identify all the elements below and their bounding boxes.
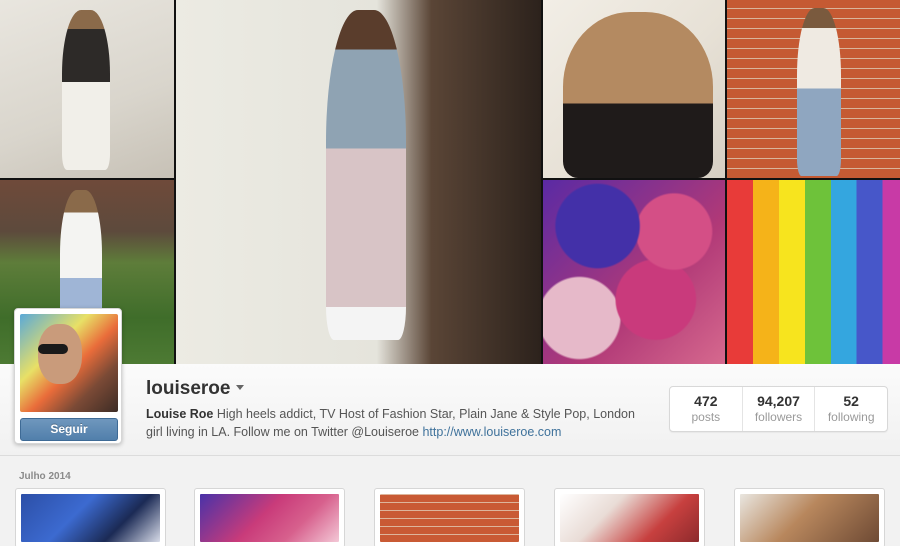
- stat-following[interactable]: 52 following: [815, 387, 887, 431]
- username-dropdown-icon[interactable]: [236, 385, 244, 390]
- avatar-face: [38, 324, 82, 384]
- feed-post-thumbnail[interactable]: [194, 488, 345, 546]
- cover-photo-7[interactable]: [727, 180, 900, 364]
- bio-website-link[interactable]: http://www.louiseroe.com: [422, 425, 561, 439]
- profile-username[interactable]: louiseroe: [146, 378, 230, 400]
- feed-post-thumbnail[interactable]: [554, 488, 705, 546]
- stat-posts-value: 472: [694, 393, 718, 409]
- feed-post-thumbnail[interactable]: [734, 488, 885, 546]
- cover-mosaic: [0, 0, 900, 364]
- person-figure: [62, 10, 110, 170]
- person-figure: [563, 12, 713, 178]
- post-image: [740, 494, 879, 542]
- stat-posts-label: posts: [691, 410, 721, 424]
- feed-post-thumbnail[interactable]: [374, 488, 525, 546]
- bio-text: High heels addict, TV Host of Fashion St…: [146, 407, 635, 439]
- post-image: [560, 494, 699, 542]
- post-image: [200, 494, 339, 542]
- stat-posts[interactable]: 472 posts: [670, 387, 743, 431]
- cover-photo-3[interactable]: [176, 0, 541, 364]
- feed-post-thumbnail[interactable]: [15, 488, 166, 546]
- stat-followers-label: followers: [754, 410, 803, 424]
- profile-bio: Louise Roe High heels addict, TV Host of…: [146, 405, 646, 441]
- stat-followers-value: 94,207: [757, 393, 800, 409]
- feed-month-label: Julho 2014: [19, 471, 71, 482]
- stat-followers[interactable]: 94,207 followers: [743, 387, 816, 431]
- post-image: [21, 494, 160, 542]
- stat-following-value: 52: [843, 393, 859, 409]
- stat-following-label: following: [827, 410, 875, 424]
- person-figure: [326, 10, 406, 340]
- person-figure: [797, 8, 841, 176]
- bio-full-name: Louise Roe: [146, 407, 214, 421]
- cover-photo-6[interactable]: [543, 180, 725, 364]
- profile-stats: 472 posts 94,207 followers 52 following: [669, 386, 888, 432]
- avatar: [20, 314, 118, 412]
- avatar-card: Seguir: [14, 308, 122, 444]
- post-image: [380, 494, 519, 542]
- cover-photo-5[interactable]: [727, 0, 900, 178]
- follow-button[interactable]: Seguir: [20, 418, 118, 441]
- cover-photo-4[interactable]: [543, 0, 725, 178]
- avatar-sunglasses: [38, 344, 68, 354]
- cover-photo-1[interactable]: [0, 0, 174, 178]
